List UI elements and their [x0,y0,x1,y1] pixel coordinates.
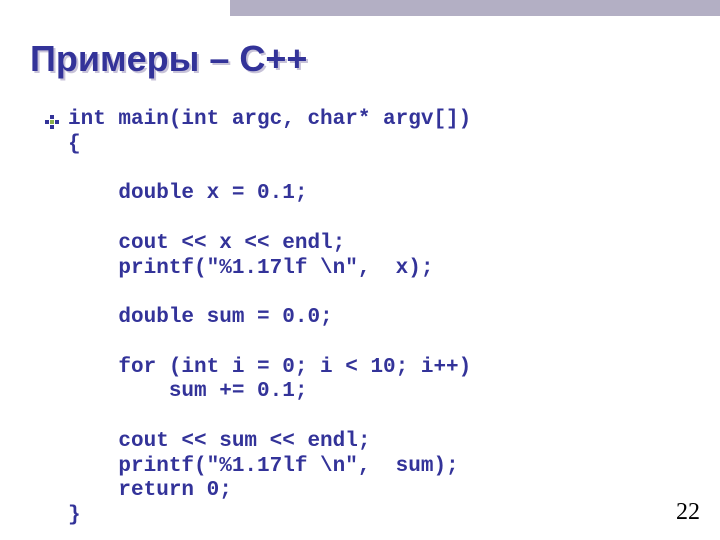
code-snippet: int main(int argc, char* argv[]) { doubl… [68,108,690,529]
slide-title: Примеры – С++ [30,38,307,80]
header-accent-bar [230,0,720,16]
bullet-icon [45,115,59,129]
page-number: 22 [676,499,700,526]
